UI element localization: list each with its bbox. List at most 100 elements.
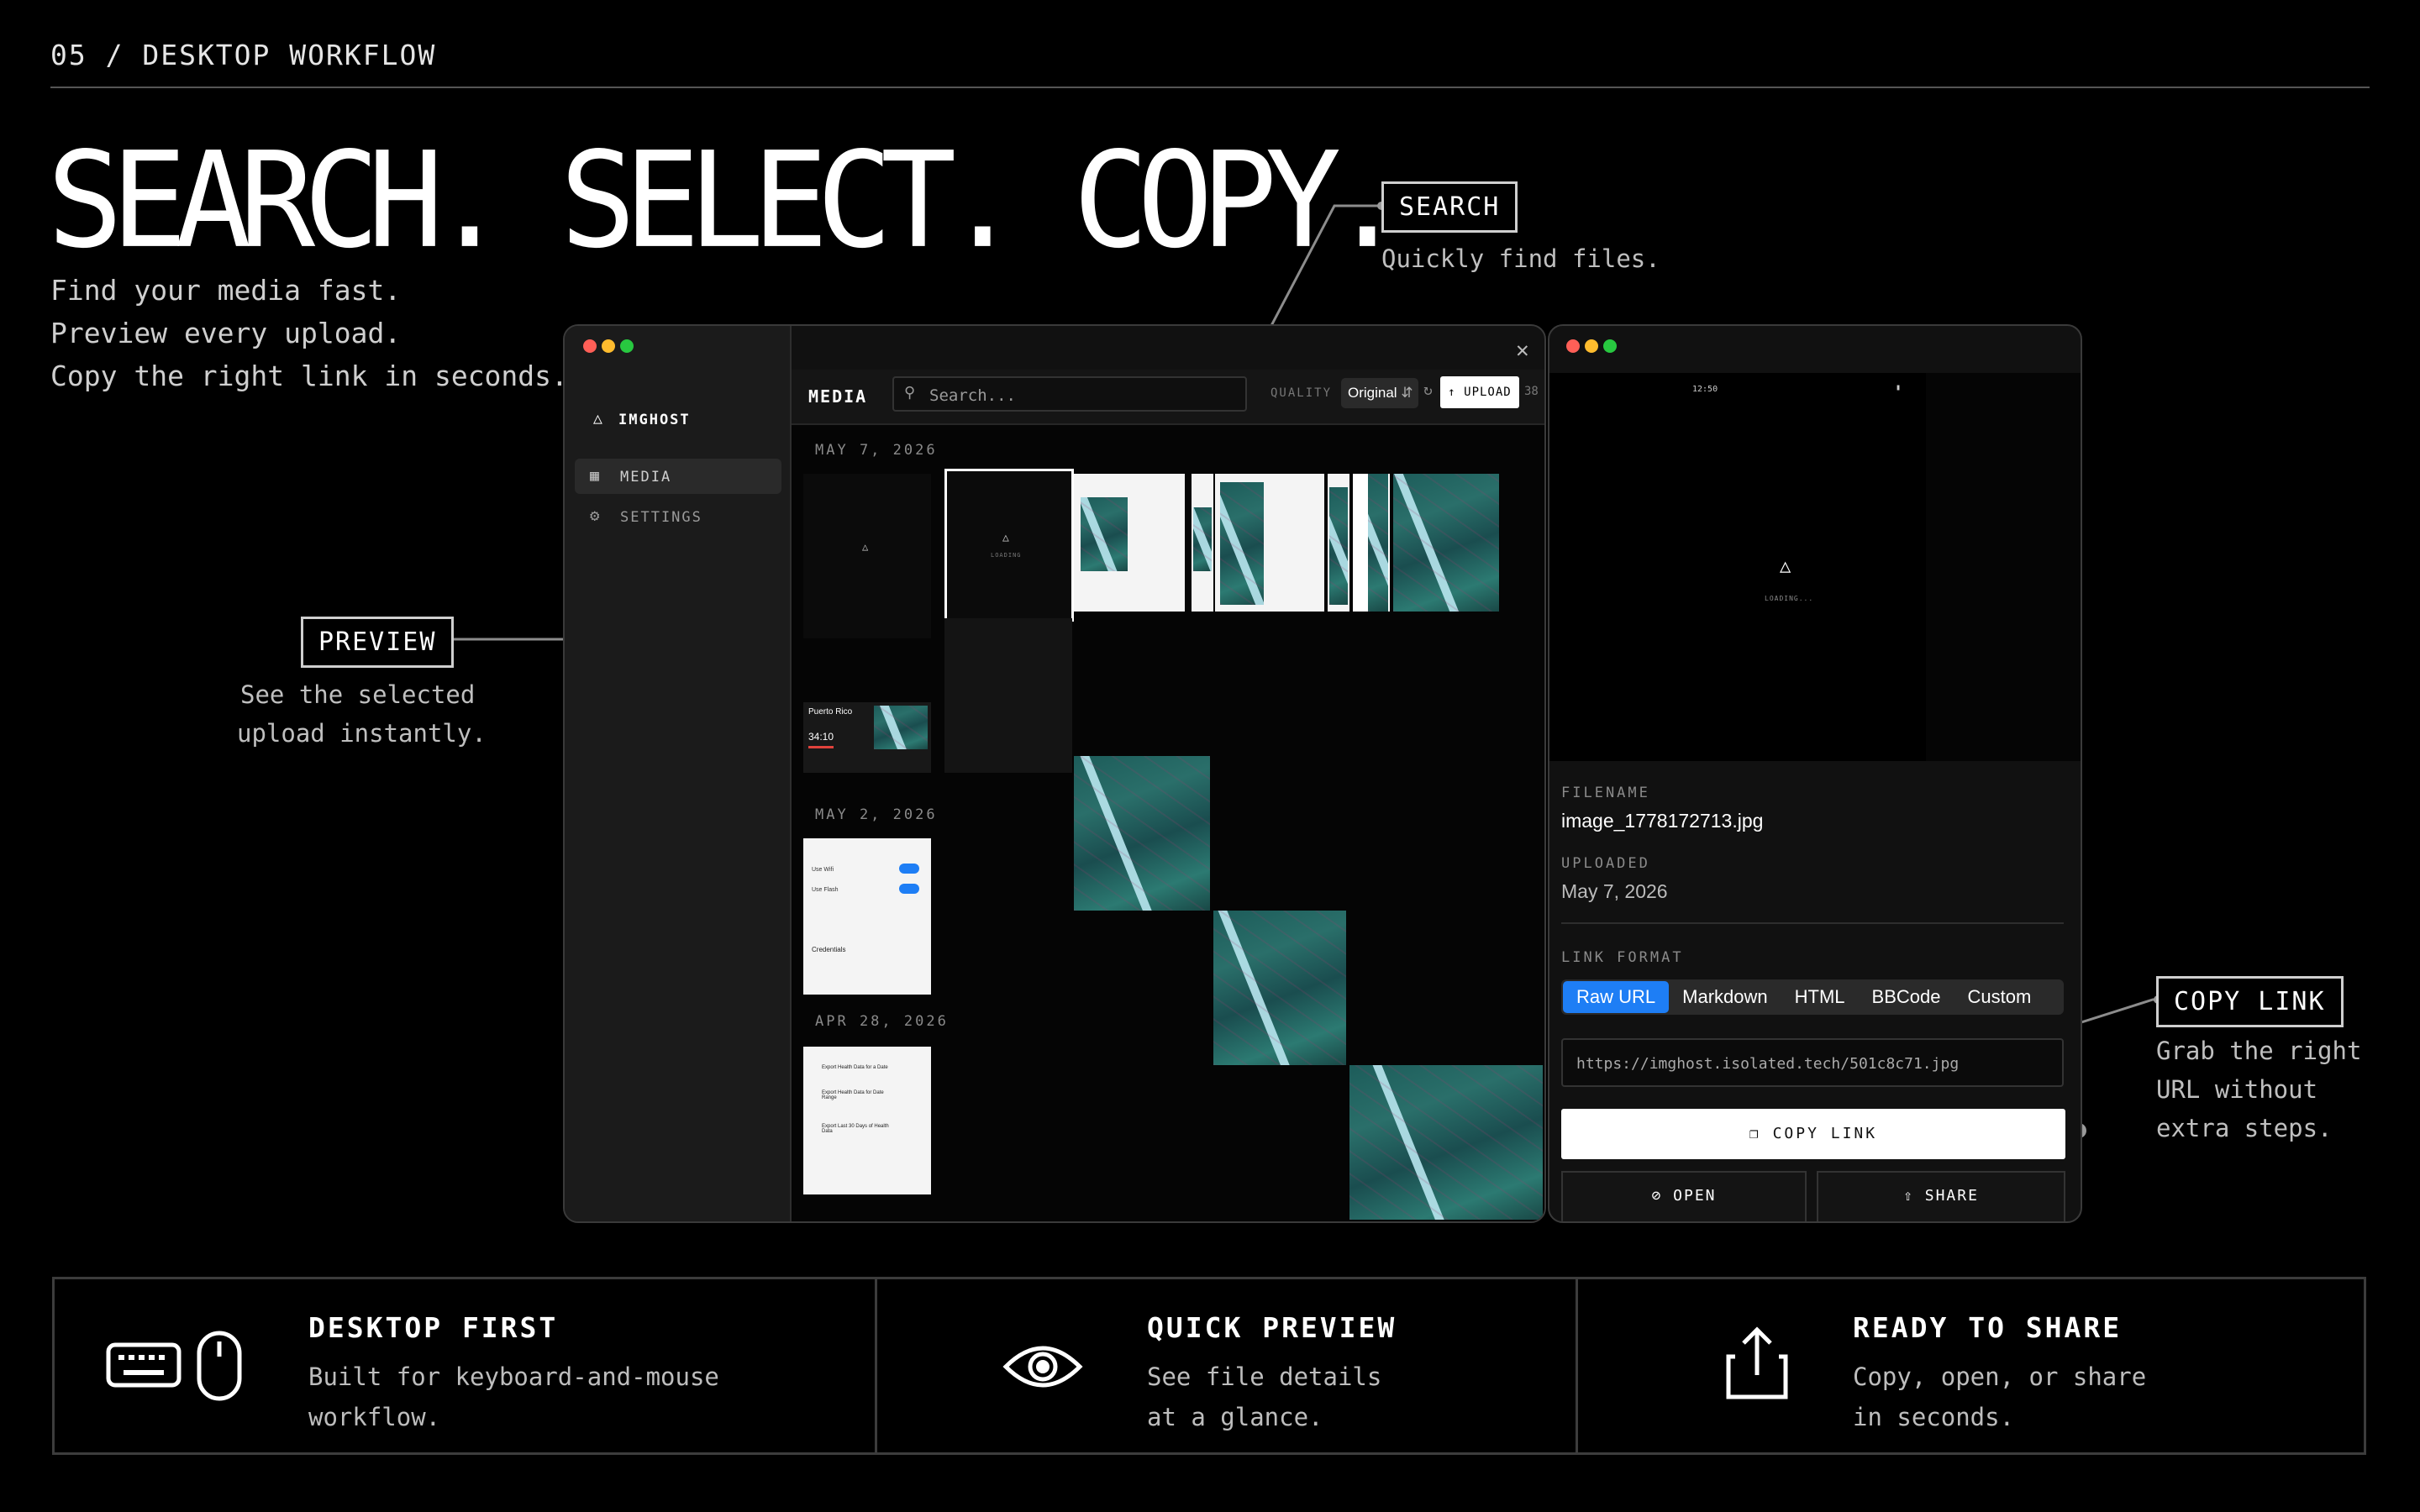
toolbar-title: MEDIA xyxy=(808,386,868,407)
media-thumbnail[interactable] xyxy=(1328,474,1349,612)
callout-preview-line-2: upload instantly. xyxy=(237,719,487,748)
feature-line-2: workflow. xyxy=(308,1403,441,1431)
window-minimize-button[interactable] xyxy=(602,339,615,353)
search-input[interactable]: ⚲ Search... xyxy=(892,376,1247,412)
feature-title: QUICK PREVIEW xyxy=(1147,1311,1397,1344)
filename-label: FILENAME xyxy=(1561,785,1650,801)
ghost-logo-icon: △ xyxy=(862,541,869,553)
progress-mark xyxy=(808,746,834,748)
feature-title: DESKTOP FIRST xyxy=(308,1311,559,1344)
status-time: 12:50 xyxy=(1692,385,1718,394)
feature-bar: DESKTOP FIRST Built for keyboard-and-mou… xyxy=(52,1277,2366,1455)
filename-value: image_1778172713.jpg xyxy=(1561,810,1764,832)
format-html[interactable]: HTML xyxy=(1781,981,1859,1013)
callout-copy-link-label: COPY LINK xyxy=(2156,976,2344,1027)
media-thumbnail[interactable]: Puerto Rico 34:10 xyxy=(803,702,931,773)
link-format-label: LINK FORMAT xyxy=(1561,949,1684,966)
divider xyxy=(875,1279,877,1452)
media-thumbnail[interactable] xyxy=(1213,911,1346,1065)
ghost-logo-icon: △ xyxy=(1780,556,1791,577)
media-thumbnail-selected[interactable]: △ LOADING xyxy=(944,469,1074,622)
eye-icon xyxy=(1002,1346,1083,1388)
group-date: MAY 7, 2026 xyxy=(815,442,938,459)
media-thumbnail[interactable]: △ xyxy=(803,474,931,638)
ghost-logo-icon: △ xyxy=(593,410,602,428)
uploaded-value: May 7, 2026 xyxy=(1561,880,1668,902)
grid-icon: ▦ xyxy=(590,467,599,485)
group-date: APR 28, 2026 xyxy=(815,1013,949,1030)
format-markdown[interactable]: Markdown xyxy=(1669,981,1781,1013)
sidebar-item-settings[interactable]: ⚙ SETTINGS xyxy=(575,499,781,534)
window-close-button[interactable] xyxy=(1566,339,1580,353)
media-thumbnail[interactable]: Export Health Data for a Date Export Hea… xyxy=(803,1047,931,1194)
url-field[interactable]: https://imghost.isolated.tech/501c8c71.j… xyxy=(1561,1038,2064,1087)
media-thumbnail[interactable] xyxy=(944,618,1072,773)
feature-line-1: Copy, open, or share xyxy=(1853,1362,2147,1391)
ghost-logo-icon: △ xyxy=(1002,532,1009,544)
window-close-button[interactable] xyxy=(583,339,597,353)
media-thumbnail[interactable] xyxy=(1074,474,1185,612)
window-minimize-button[interactable] xyxy=(1585,339,1598,353)
main-app-window: △ IMGHOST ▦ MEDIA ⚙ SETTINGS MEDIA ⚲ Sea… xyxy=(563,324,1546,1223)
uploaded-label: UPLOADED xyxy=(1561,855,1650,872)
health-row: Export Health Data for Date Range xyxy=(822,1090,884,1100)
feature-line-2: in seconds. xyxy=(1853,1403,2015,1431)
sidebar-item-media[interactable]: ▦ MEDIA xyxy=(575,459,781,494)
url-value: https://imghost.isolated.tech/501c8c71.j… xyxy=(1576,1055,1960,1073)
open-label: OPEN xyxy=(1673,1187,1717,1205)
callout-search-label: SEARCH xyxy=(1381,181,1518,233)
sidebar-item-label: SETTINGS xyxy=(620,509,702,526)
window-maximize-button[interactable] xyxy=(620,339,634,353)
search-icon: ⚲ xyxy=(904,384,916,402)
preview-area: 12:50 ▮ △ LOADING... xyxy=(1549,373,2081,761)
media-thumbnail[interactable] xyxy=(1074,756,1210,911)
media-thumbnail[interactable] xyxy=(1215,474,1324,612)
feature-line-1: Built for keyboard-and-mouse xyxy=(308,1362,719,1391)
close-icon[interactable]: ✕ xyxy=(1516,338,1529,363)
toggle-switch xyxy=(899,864,919,874)
media-thumbnail[interactable] xyxy=(1353,474,1390,612)
link-format-segmented: Raw URL Markdown HTML BBCode Custom xyxy=(1561,979,2064,1015)
upload-label: UPLOAD xyxy=(1464,386,1512,399)
callout-preview-label: PREVIEW xyxy=(301,617,455,668)
gear-icon: ⚙ xyxy=(590,507,600,525)
brand-name: IMGHOST xyxy=(618,412,691,428)
tile-value: 34:10 xyxy=(808,731,834,743)
format-custom[interactable]: Custom xyxy=(1954,981,2044,1013)
upload-button[interactable]: ↑ UPLOAD xyxy=(1440,376,1519,408)
health-row: Export Health Data for a Date xyxy=(822,1065,888,1070)
media-thumbnail[interactable] xyxy=(1393,474,1499,612)
map-image xyxy=(1220,482,1264,605)
tile-title: Puerto Rico xyxy=(808,707,853,717)
upload-arrow-icon: ↑ xyxy=(1448,386,1456,399)
share-icon: ⇧ xyxy=(1903,1187,1914,1205)
callout-copy-link-line-3: extra steps. xyxy=(2156,1114,2333,1142)
map-image xyxy=(874,706,928,749)
share-button[interactable]: ⇧ SHARE xyxy=(1817,1171,2065,1221)
feature-title: READY TO SHARE xyxy=(1853,1311,2123,1344)
map-image xyxy=(1329,487,1348,605)
feature-line-2: at a glance. xyxy=(1147,1403,1323,1431)
settings-row: Use Flash xyxy=(812,887,839,893)
map-image xyxy=(1368,474,1388,612)
map-image xyxy=(1193,507,1212,571)
format-raw-url[interactable]: Raw URL xyxy=(1563,981,1670,1013)
toggle-switch xyxy=(899,884,919,894)
open-button[interactable]: ⊘ OPEN xyxy=(1561,1171,1807,1221)
format-bbcode[interactable]: BBCode xyxy=(1859,981,1954,1013)
media-thumbnail[interactable] xyxy=(1192,474,1213,612)
window-maximize-button[interactable] xyxy=(1603,339,1617,353)
loading-text: LOADING xyxy=(991,552,1022,559)
refresh-icon[interactable]: ↻ xyxy=(1423,381,1433,399)
divider xyxy=(1561,922,2064,924)
quality-select[interactable]: Original ⇵ xyxy=(1341,378,1418,408)
callout-copy-link-line-1: Grab the right xyxy=(2156,1037,2362,1065)
detail-window: 12:50 ▮ △ LOADING... FILENAME image_1778… xyxy=(1548,324,2082,1223)
media-thumbnail[interactable] xyxy=(1349,1065,1543,1220)
media-thumbnail[interactable]: Use Wifi Use Flash Credentials xyxy=(803,838,931,995)
copy-icon: ❐ xyxy=(1749,1125,1761,1142)
phone-screenshot: 12:50 ▮ △ LOADING... xyxy=(1549,373,1926,761)
copy-link-button[interactable]: ❐ COPY LINK xyxy=(1561,1109,2065,1159)
map-image xyxy=(1081,497,1128,571)
toolbar: MEDIA ⚲ Search... QUALITY Original ⇵ ↻ ↑… xyxy=(792,370,1544,425)
